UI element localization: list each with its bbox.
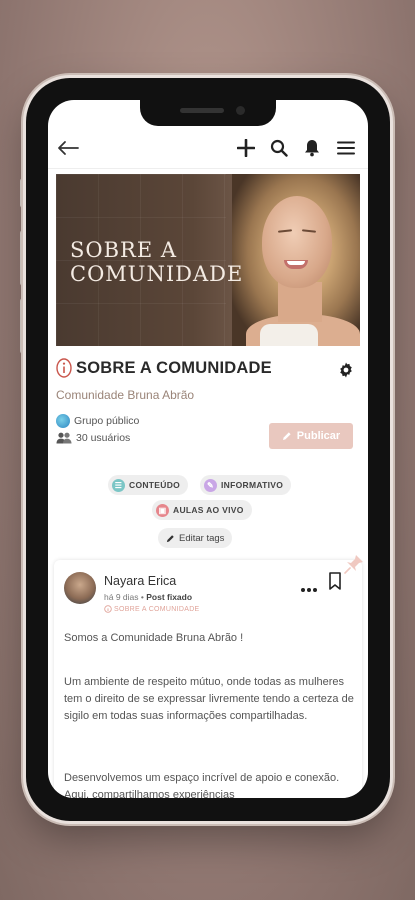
pencil-icon (282, 432, 291, 440)
group-title: SOBRE A COMUNIDADE (76, 358, 272, 377)
publish-label: Publicar (296, 430, 341, 442)
bookmark-icon (329, 572, 341, 590)
arrow-left-icon (58, 141, 79, 155)
info-icon (104, 605, 112, 613)
banner-photo-neck (278, 282, 322, 322)
publish-button[interactable]: Publicar (269, 423, 353, 449)
globe-icon (56, 414, 70, 428)
search-icon (270, 139, 288, 157)
menu-button[interactable] (334, 136, 358, 160)
back-button[interactable] (56, 136, 80, 160)
add-button[interactable] (234, 136, 258, 160)
tag-informativo[interactable]: ✎ INFORMATIVO (200, 475, 292, 495)
tag-conteudo[interactable]: ☰ CONTEÚDO (108, 475, 189, 495)
notch-speaker (180, 108, 224, 113)
tag-aulas-ao-vivo-label: AULAS AO VIVO (173, 505, 244, 515)
group-title-row: SOBRE A COMUNIDADE (56, 358, 272, 378)
gear-icon (340, 362, 352, 378)
post-meta: há 9 dias • Post fixado (104, 592, 192, 602)
search-button[interactable] (267, 136, 291, 160)
banner-title: SOBRE A COMUNIDADE (70, 238, 243, 286)
tag-conteudo-icon: ☰ (112, 478, 125, 492)
banner-title-line2: COMUNIDADE (70, 262, 244, 286)
notifications-button[interactable] (300, 136, 324, 160)
banner-photo-teeth (287, 261, 305, 265)
edit-tags-label: Editar tags (179, 532, 225, 544)
pencil-icon (166, 534, 174, 542)
notch-camera (236, 106, 245, 115)
banner-title-line1: SOBRE A (70, 238, 178, 262)
hamburger-menu-icon (337, 141, 355, 155)
phone-frame: SOBRE A COMUNIDADE SOBRE A COMUNIDADE Co… (26, 78, 390, 821)
pinned-post-card[interactable]: Nayara Erica há 9 dias • Post fixado SOB… (54, 555, 363, 798)
tag-informativo-label: INFORMATIVO (221, 480, 284, 490)
edit-tags-button[interactable]: Editar tags (158, 528, 233, 548)
group-members-label: 30 usuários (76, 432, 131, 444)
post-paragraph-1: Somos a Comunidade Bruna Abrão ! (64, 632, 244, 644)
post-options-button[interactable] (300, 580, 318, 598)
post-author[interactable]: Nayara Erica (104, 574, 176, 588)
bell-icon (305, 140, 319, 157)
post-category-label: SOBRE A COMUNIDADE (114, 605, 200, 613)
avatar[interactable] (64, 572, 96, 604)
app-screen: SOBRE A COMUNIDADE SOBRE A COMUNIDADE Co… (48, 100, 368, 798)
group-banner: SOBRE A COMUNIDADE (56, 174, 360, 346)
top-bar (48, 128, 368, 169)
group-visibility-label: Grupo público (74, 415, 140, 427)
banner-photo-top (260, 324, 318, 346)
post-category[interactable]: SOBRE A COMUNIDADE (104, 605, 200, 613)
tag-aulas-ao-vivo-icon: ▣ (156, 503, 169, 517)
post-paragraph-2: Um ambiente de respeito mútuo, onde toda… (64, 676, 354, 722)
more-options-icon (301, 588, 317, 592)
group-settings-button[interactable] (338, 362, 354, 383)
pin-icon (344, 554, 364, 581)
post-time: há 9 dias (104, 592, 139, 602)
info-icon (56, 358, 72, 378)
group-visibility: Grupo público (56, 414, 139, 428)
group-members[interactable]: 30 usuários (56, 432, 130, 444)
post-paragraph-3: Desenvolvemos um espaço incrível de apoi… (64, 772, 340, 798)
community-name: Comunidade Bruna Abrão (56, 388, 195, 402)
users-icon (56, 432, 72, 444)
phone-notch (140, 100, 276, 126)
banner-photo-face (262, 196, 332, 288)
tag-conteudo-label: CONTEÚDO (129, 480, 181, 490)
post-meta-separator: • (140, 592, 144, 602)
plus-icon (237, 139, 255, 157)
tag-informativo-icon: ✎ (204, 478, 217, 492)
post-pinned-label: Post fixado (146, 592, 193, 602)
tag-aulas-ao-vivo[interactable]: ▣ AULAS AO VIVO (152, 500, 252, 520)
bookmark-button[interactable] (328, 572, 342, 595)
